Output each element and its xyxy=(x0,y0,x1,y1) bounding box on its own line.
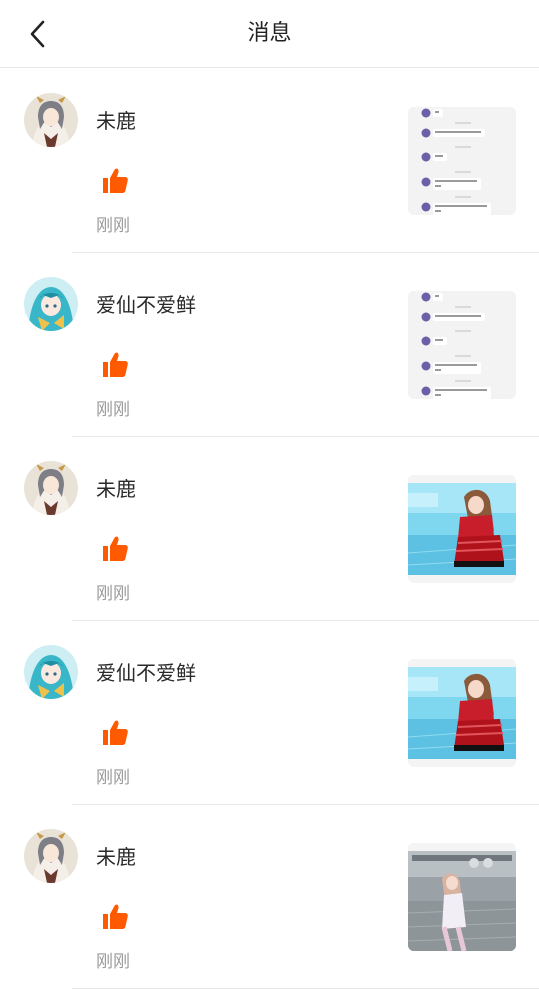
timestamp: 刚刚 xyxy=(96,584,130,604)
post-thumbnail[interactable] xyxy=(408,291,516,399)
message-item[interactable]: 爱仙不爱鲜 刚刚 xyxy=(0,253,539,437)
message-list: 未鹿 刚刚 爱仙不爱鲜 刚刚 未鹿 刚刚 爱仙不爱鲜 刚刚 未鹿 刚刚 xyxy=(0,69,539,989)
avatar[interactable] xyxy=(24,277,78,331)
thumbs-up-icon xyxy=(103,168,128,193)
top-bar: 消息 xyxy=(0,0,539,68)
avatar-image xyxy=(24,93,78,147)
post-thumbnail[interactable] xyxy=(408,107,516,215)
avatar-image xyxy=(24,829,78,883)
avatar-image xyxy=(24,277,78,331)
timestamp: 刚刚 xyxy=(96,952,130,972)
thumbs-up-icon xyxy=(103,904,128,929)
post-thumbnail[interactable] xyxy=(408,659,516,767)
post-thumbnail[interactable] xyxy=(408,843,516,951)
avatar[interactable] xyxy=(24,461,78,515)
avatar[interactable] xyxy=(24,829,78,883)
user-name: 未鹿 xyxy=(96,477,136,501)
message-item[interactable]: 爱仙不爱鲜 刚刚 xyxy=(0,621,539,805)
timestamp: 刚刚 xyxy=(96,768,130,788)
avatar-image xyxy=(24,645,78,699)
message-item[interactable]: 未鹿 刚刚 xyxy=(0,69,539,253)
timestamp: 刚刚 xyxy=(96,400,130,420)
page-title: 消息 xyxy=(247,21,292,46)
post-thumbnail[interactable] xyxy=(408,475,516,583)
thumbs-up-icon xyxy=(103,720,128,745)
thumbs-up-icon xyxy=(103,352,128,377)
game-scene-image xyxy=(408,659,516,767)
chat-screenshot-image xyxy=(408,107,516,215)
chat-screenshot-image xyxy=(408,291,516,399)
timestamp: 刚刚 xyxy=(96,216,130,236)
game-scene-image xyxy=(408,843,516,951)
avatar-image xyxy=(24,461,78,515)
user-name: 爱仙不爱鲜 xyxy=(96,661,196,685)
message-item[interactable]: 未鹿 刚刚 xyxy=(0,437,539,621)
game-scene-image xyxy=(408,475,516,583)
avatar[interactable] xyxy=(24,93,78,147)
avatar[interactable] xyxy=(24,645,78,699)
message-item[interactable]: 未鹿 刚刚 xyxy=(0,805,539,989)
thumbs-up-icon xyxy=(103,536,128,561)
user-name: 未鹿 xyxy=(96,109,136,133)
user-name: 未鹿 xyxy=(96,845,136,869)
user-name: 爱仙不爱鲜 xyxy=(96,293,196,317)
